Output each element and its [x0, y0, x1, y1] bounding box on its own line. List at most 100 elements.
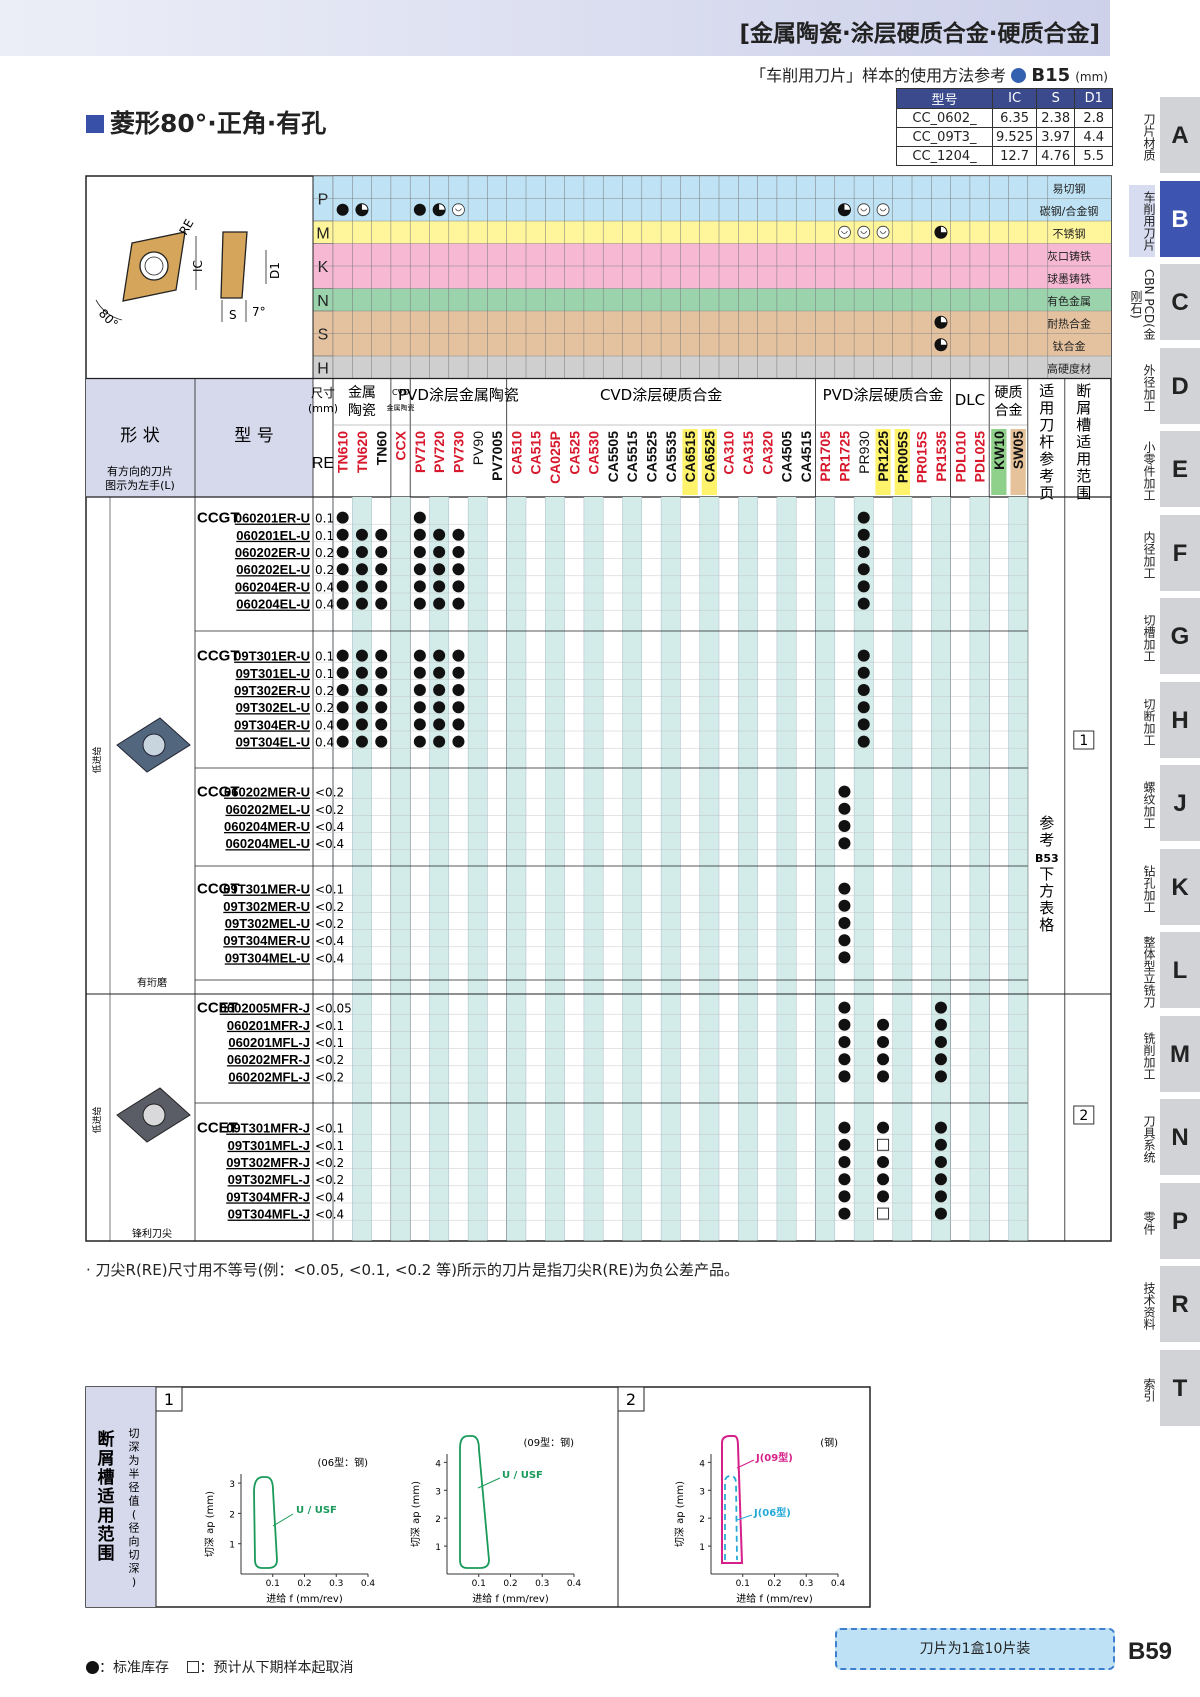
sidebar-tab-l[interactable]: L [1160, 932, 1200, 1010]
group-header: DLC [955, 391, 985, 409]
full-dot-mark [838, 1001, 851, 1014]
grade-name: TN610 [335, 431, 351, 473]
column-stripe [776, 497, 797, 1241]
full-dot-mark [336, 203, 349, 216]
sidebar-tab-e[interactable]: E [1160, 431, 1200, 509]
holder-ref-header: 适 [1039, 382, 1054, 400]
grade-name: CA525 [566, 431, 582, 475]
sidebar-label-d[interactable]: 外径加工 [1129, 352, 1156, 424]
sidebar-label-r[interactable]: 技术资料 [1129, 1270, 1156, 1342]
sidebar-label-g[interactable]: 切槽加工 [1129, 602, 1156, 674]
full-dot-mark [838, 1018, 851, 1031]
full-dot-mark [857, 735, 870, 748]
full-dot-mark [413, 649, 426, 662]
re-value: <0.2 [315, 900, 344, 914]
full-dot-mark [857, 666, 870, 679]
sidebar-label-k[interactable]: 钻孔加工 [1129, 853, 1156, 925]
full-dot-mark [838, 1207, 851, 1220]
column-stripe [892, 497, 912, 1241]
model-code: 09T302MFR-J [226, 1155, 310, 1170]
sidebar-tab-letter: H [1171, 706, 1189, 734]
sidebar-tab-p[interactable]: P [1160, 1182, 1200, 1261]
sidebar-tab-f[interactable]: F [1160, 514, 1200, 593]
full-dot-mark [336, 701, 349, 714]
sidebar-tab-g[interactable]: G [1160, 598, 1200, 676]
full-dot-mark [413, 546, 426, 558]
full-dot-mark [413, 511, 426, 524]
sidebar-label-h[interactable]: 切断加工 [1129, 686, 1156, 758]
chart-j-09-label: J(09型) [755, 1451, 793, 1464]
sidebar-tab-b[interactable]: B [1160, 180, 1200, 259]
sidebar-tab-a[interactable]: A [1160, 97, 1200, 175]
full-dot-mark [857, 597, 870, 610]
model-code: 09T304ER-U [234, 717, 310, 732]
full-dot-mark [857, 546, 870, 558]
grade-name: CA510 [508, 431, 524, 475]
sidebar-label-e[interactable]: 小零件加工 [1129, 435, 1156, 507]
sidebar-tab-n[interactable]: N [1160, 1099, 1200, 1177]
model-code: 09T301ER-U [234, 649, 310, 664]
re-value: <0.2 [315, 917, 344, 931]
chip-range-title: 用 [98, 1506, 115, 1526]
model-code: 09T304MFL-J [228, 1207, 310, 1222]
full-dot-mark [857, 718, 870, 731]
full-dot-mark [838, 1070, 851, 1083]
column-stripe [661, 497, 681, 1241]
grade-name: PR015S [914, 431, 930, 483]
chart-j-y-label: 切深 ap (mm) [674, 1481, 686, 1547]
grade-name: PV720 [431, 431, 447, 473]
sidebar-tab-k[interactable]: K [1160, 848, 1200, 927]
sidebar-label-t[interactable]: 索引 [1129, 1354, 1156, 1426]
sidebar-label-m[interactable]: 铣削加工 [1129, 1020, 1156, 1092]
chart-09-x-tick: 0.4 [567, 1579, 582, 1589]
full-dot-mark [355, 735, 368, 748]
sidebar-tab-m[interactable]: M [1160, 1015, 1200, 1094]
legend-std: ：标准库存 [99, 1660, 169, 1676]
page-number: B59 [1128, 1638, 1173, 1665]
sidebar-tab-j[interactable]: J [1160, 765, 1200, 843]
chart-j-y-tick: 2 [699, 1515, 705, 1525]
material-code: N [317, 293, 329, 310]
sidebar-label-p[interactable]: 零件 [1129, 1187, 1156, 1259]
chipbreaker-header: 断 [1076, 382, 1091, 400]
chart-09-y-tick: 3 [435, 1487, 441, 1497]
open-dot-mark [838, 225, 851, 239]
sidebar-label-b[interactable]: 车削用刀片 [1129, 184, 1156, 257]
material-label: 碳钢/合金钢 [1040, 204, 1099, 218]
full-dot-mark [857, 649, 870, 662]
full-dot-mark [452, 528, 465, 541]
group-header: 金属 [348, 385, 376, 401]
grade-name: CA4505 [779, 431, 795, 483]
material-code: H [317, 360, 329, 377]
full-dot-mark [934, 1018, 947, 1031]
grade-name: CA6515 [682, 431, 698, 483]
sidebar-label-l[interactable]: 整体型立铣刀 [1129, 936, 1156, 1008]
chip-range-subtitle: 深 [129, 1562, 140, 1575]
sidebar-label-a[interactable]: 刀片材质 [1129, 101, 1156, 173]
insert-photo-hole [142, 733, 166, 757]
full-dot-mark [857, 701, 870, 714]
full-dot-mark [433, 563, 446, 576]
holder-reference: 下 [1039, 865, 1054, 883]
series-prefix: CCGT [197, 648, 240, 665]
sidebar-tab-t[interactable]: T [1160, 1349, 1200, 1428]
chart-06-y-tick: 3 [229, 1480, 235, 1490]
re-value: <0.4 [315, 934, 344, 948]
grade-name: PV730 [450, 431, 466, 473]
model-code: 060202EL-U [236, 562, 310, 577]
figure-label-corner: 80° [96, 306, 121, 331]
chart-06-x-tick: 0.1 [266, 1579, 280, 1589]
sidebar-label-j[interactable]: 螺纹加工 [1129, 769, 1156, 841]
sidebar-tab-d[interactable]: D [1160, 347, 1200, 426]
sidebar-label-f[interactable]: 内径加工 [1129, 519, 1156, 591]
grade-name: CA4515 [798, 431, 814, 483]
re-value: <0.2 [315, 1053, 344, 1067]
open-dot-mark [857, 203, 871, 217]
sidebar-label-c[interactable]: CBN PCD(金刚石) [1129, 268, 1156, 340]
legend-cancel: ：预计从下期样本起取消 [199, 1660, 354, 1676]
sidebar-tab-h[interactable]: H [1160, 681, 1200, 760]
sidebar-label-n[interactable]: 刀具系统 [1129, 1103, 1156, 1175]
sidebar-tab-c[interactable]: C [1160, 264, 1200, 342]
open-dot-mark [857, 225, 871, 239]
sidebar-tab-r[interactable]: R [1160, 1266, 1200, 1344]
